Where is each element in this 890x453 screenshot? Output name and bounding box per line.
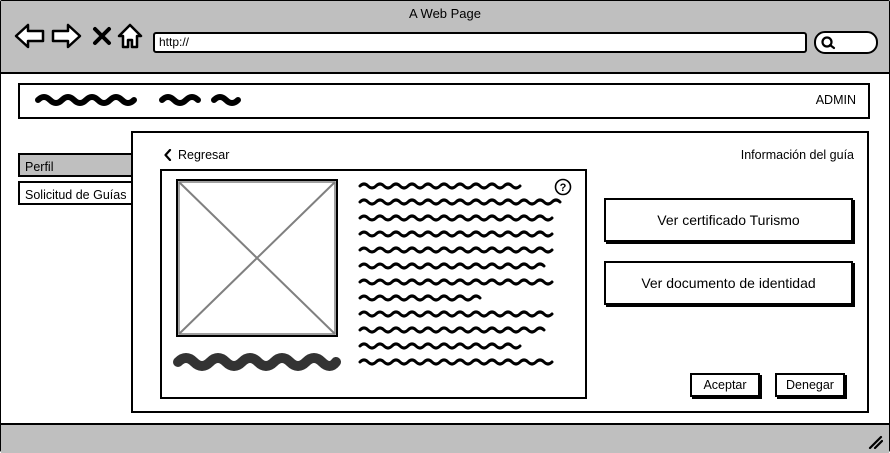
back-link[interactable]: Regresar [164,148,229,162]
image-placeholder-icon [176,179,338,337]
panel-title: Información del guía [740,148,854,162]
home-icon[interactable] [114,20,146,52]
browser-status-bar [1,423,889,453]
window-title: A Web Page [408,6,482,21]
search-icon [821,36,836,50]
name-scribble [173,353,341,371]
logo-scribble [35,94,241,106]
chevron-left-icon [164,149,172,161]
browser-search-field[interactable] [814,31,878,54]
accept-button[interactable]: Aceptar [690,373,760,397]
view-identity-document-button[interactable]: Ver documento de identidad [604,261,853,305]
back-arrow-icon[interactable] [14,20,46,52]
sidebar-item-solicitud-de-guias[interactable]: Solicitud de Guías [18,181,134,205]
sidebar-item-perfil[interactable]: Perfil [18,153,134,177]
deny-button[interactable]: Denegar [775,373,845,397]
svg-text:?: ? [560,182,567,194]
address-bar[interactable]: http:// [153,32,807,53]
view-certificate-button[interactable]: Ver certificado Turismo [604,198,853,242]
back-link-label: Regresar [178,148,230,162]
user-label[interactable]: ADMIN [816,93,856,107]
forward-arrow-icon[interactable] [50,20,82,52]
help-icon[interactable]: ? [554,178,572,196]
description-scribble [358,182,562,366]
app-header: ADMIN [18,83,870,119]
resize-grip-icon[interactable] [867,435,883,449]
